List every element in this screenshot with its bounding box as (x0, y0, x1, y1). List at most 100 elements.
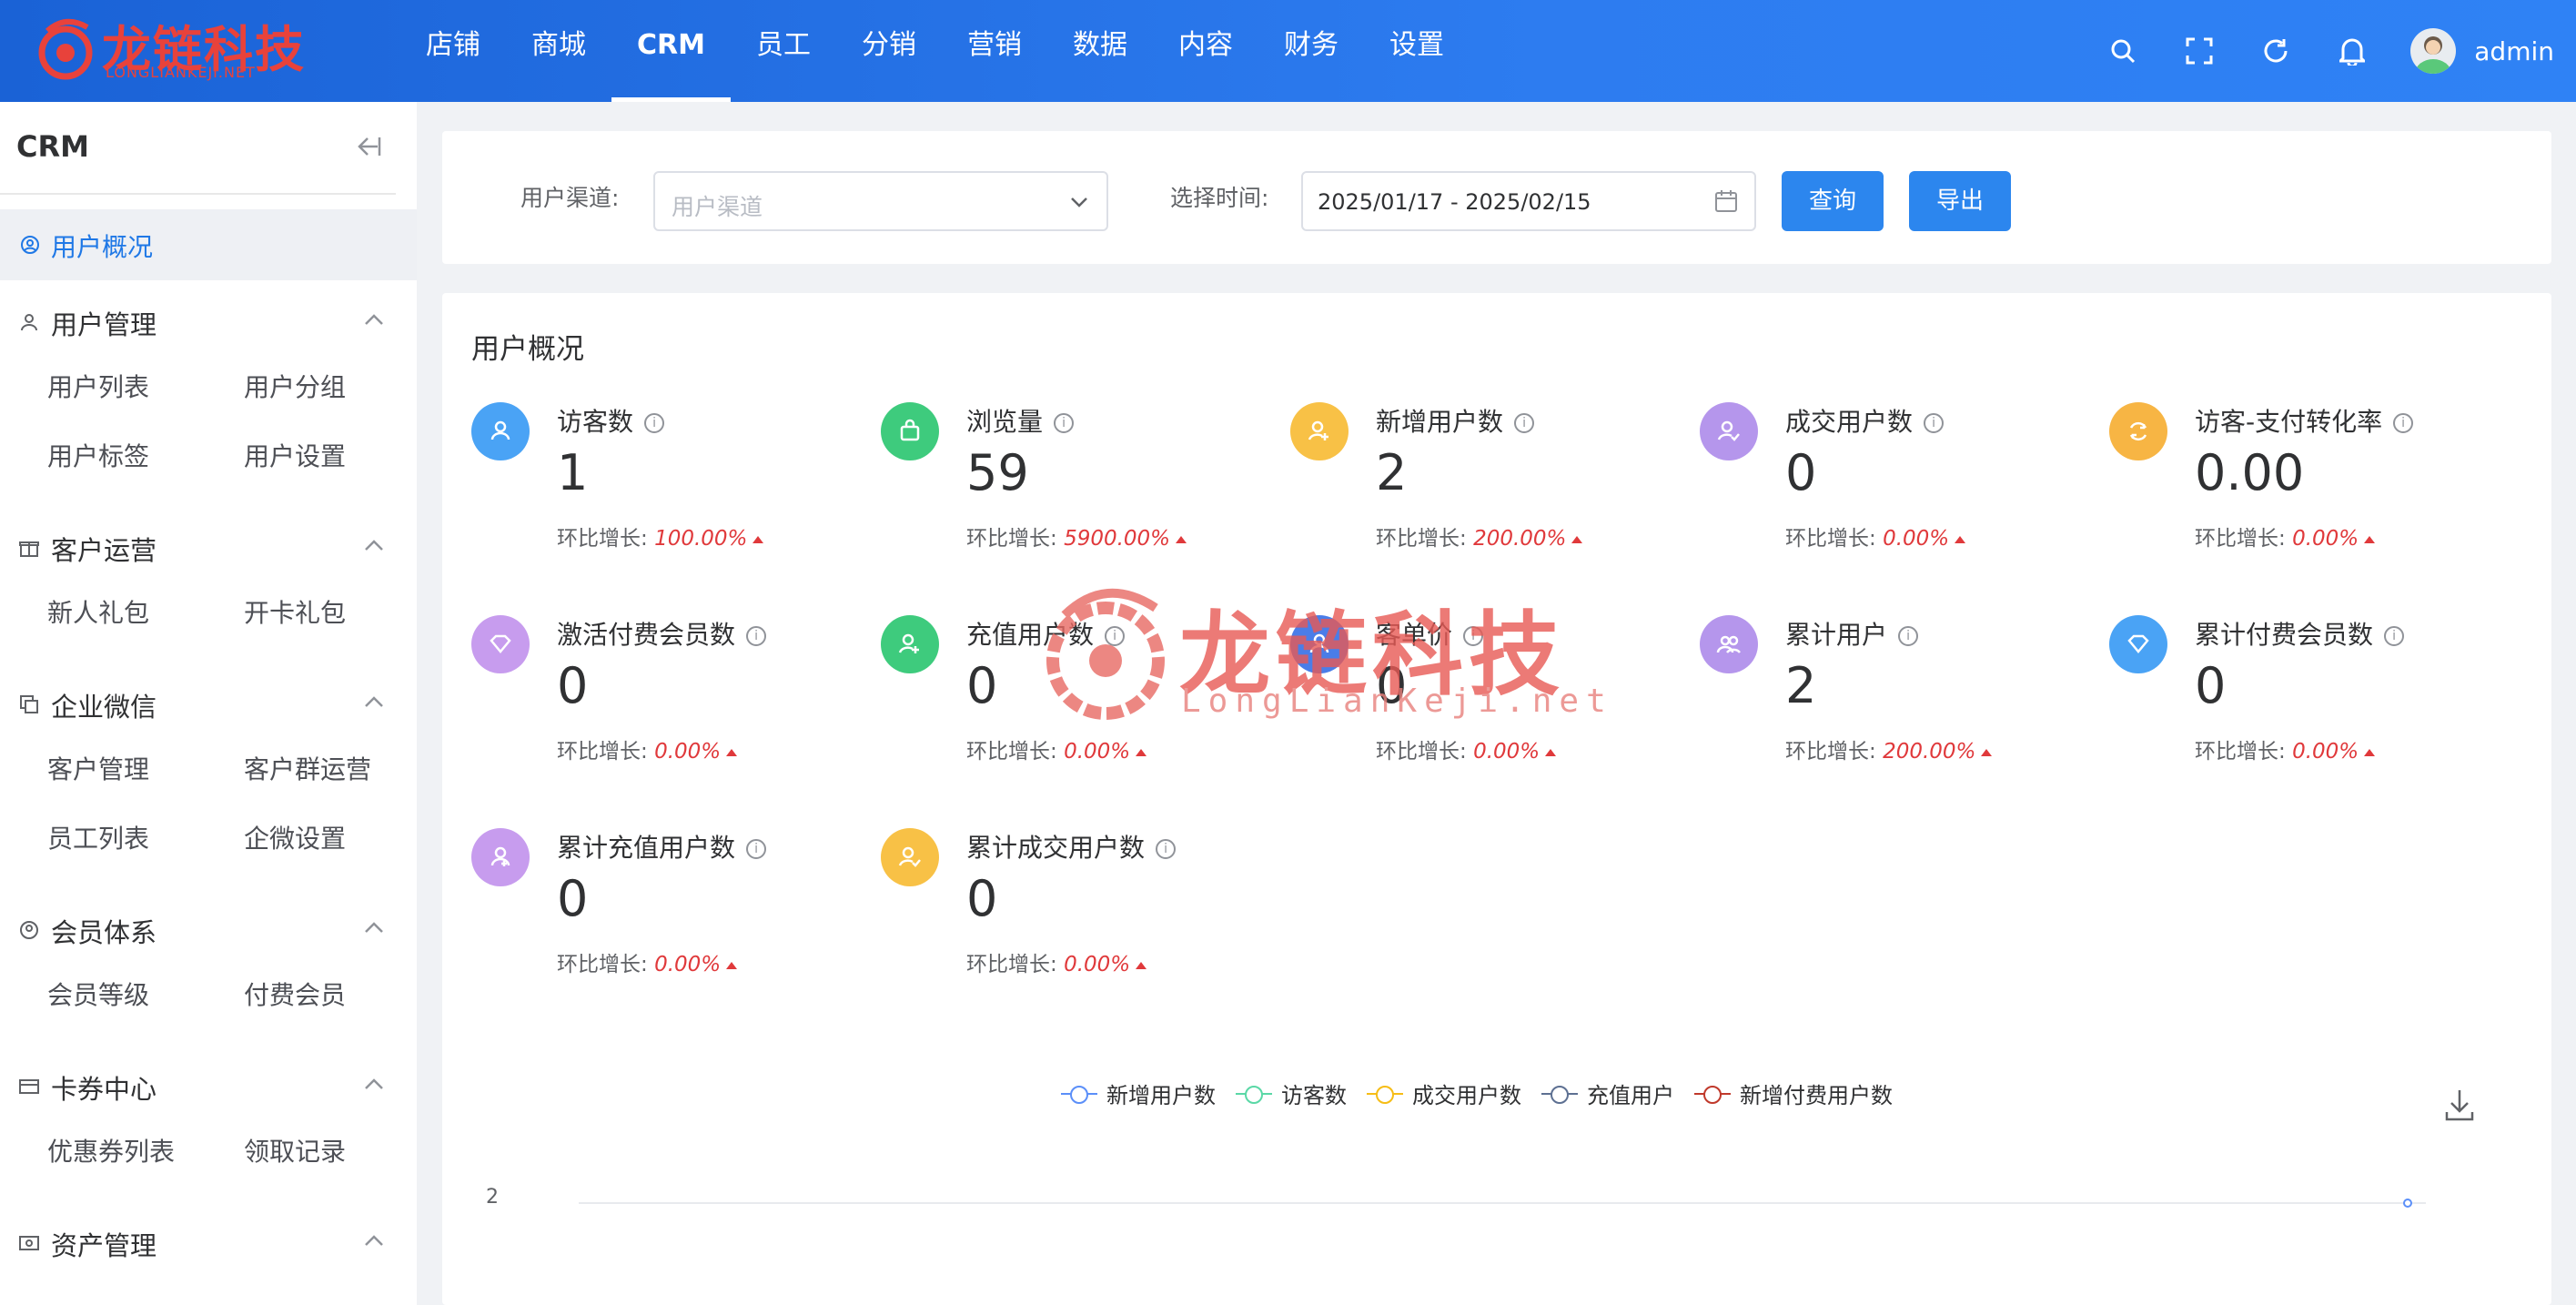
sidebar-item-4-1[interactable]: 领取记录 (244, 1132, 346, 1168)
growth-value: 0.00% (654, 740, 722, 764)
sidebar-group-label: 用户管理 (51, 309, 157, 340)
visitor-icon (471, 402, 530, 460)
stat-label: 激活付费会员数 (557, 620, 736, 650)
info-icon[interactable]: i (644, 413, 665, 433)
legend-item[interactable]: 访客数 (1236, 1077, 1347, 1109)
sidebar-group-5[interactable]: 资产管理 (0, 1214, 417, 1269)
stat-label-row: 激活付费会员数 i (557, 615, 767, 652)
legend-item[interactable]: 新增用户数 (1061, 1077, 1216, 1109)
info-icon[interactable]: i (1054, 413, 1075, 433)
stat-growth: 环比增长: 0.00% (1376, 733, 1557, 764)
info-icon[interactable]: i (1898, 626, 1919, 646)
chevron-up-icon (365, 1078, 383, 1089)
user-check-icon (1700, 402, 1758, 460)
up-arrow-icon (1955, 535, 1966, 543)
sidebar-group-label: 客户运营 (51, 535, 157, 566)
growth-prefix: 环比增长: (1785, 527, 1876, 551)
fullscreen-icon[interactable] (2161, 0, 2238, 102)
query-button[interactable]: 查询 (1782, 171, 1884, 231)
sidebar-group-3[interactable]: 会员体系 (0, 901, 417, 956)
sidebar-item-2-3[interactable]: 企微设置 (244, 819, 346, 855)
growth-prefix: 环比增长: (2195, 527, 2286, 551)
nav-item-6[interactable]: 数据 (1047, 0, 1153, 102)
stat-card: 新增用户数 i 2 环比增长: 200.00% (1261, 384, 1671, 566)
sidebar-item-3-1[interactable]: 付费会员 (244, 976, 346, 1012)
username[interactable]: admin (2474, 36, 2554, 66)
sidebar-item-0-0[interactable]: 用户列表 (47, 368, 149, 404)
info-icon[interactable]: i (746, 626, 767, 646)
nav-item-7[interactable]: 内容 (1153, 0, 1258, 102)
sidebar-group-0[interactable]: 用户管理 (0, 293, 417, 348)
collapse-sidebar-icon[interactable] (355, 135, 391, 171)
info-icon[interactable]: i (2393, 413, 2414, 433)
sidebar-item-0-3[interactable]: 用户设置 (244, 437, 346, 473)
avatar[interactable] (2410, 28, 2457, 74)
dragon-watermark-icon (1046, 588, 1165, 720)
stat-card: 累计成交用户数 i 0 环比增长: 0.00% (852, 810, 1261, 992)
user-plus-icon (471, 828, 530, 886)
growth-value: 0.00% (654, 953, 722, 976)
growth-prefix: 环比增长: (966, 953, 1057, 976)
legend-label: 新增用户数 (1106, 1083, 1216, 1108)
sidebar-item-2-2[interactable]: 员工列表 (47, 819, 149, 855)
legend-marker (1236, 1085, 1272, 1104)
nav-item-8[interactable]: 财务 (1258, 0, 1364, 102)
legend-item[interactable]: 成交用户数 (1367, 1077, 1521, 1109)
stat-value: 1 (557, 444, 589, 501)
sidebar-item-user-overview[interactable]: 用户概况 (0, 209, 417, 280)
top-header: 龙链科技 LONGLIANKEJI.NET 店铺 商城 CRM 员工 分销 营销 数据 内容财… (0, 0, 2576, 102)
sidebar-group-label: 企业微信 (51, 692, 157, 723)
info-icon[interactable]: i (2384, 626, 2405, 646)
search-icon[interactable] (2085, 0, 2161, 102)
stat-growth: 环比增长: 0.00% (557, 946, 738, 977)
stat-label-row: 浏览量 i (966, 402, 1075, 439)
stat-value: 2 (1376, 444, 1408, 501)
stat-growth: 环比增长: 5900.00% (966, 521, 1187, 551)
info-icon[interactable]: i (1924, 413, 1945, 433)
stat-label: 访客数 (557, 407, 634, 437)
data-point[interactable] (2403, 1199, 2412, 1208)
date-range-picker[interactable]: 2025/01/17 - 2025/02/15 (1301, 171, 1756, 231)
sidebar-item-2-1[interactable]: 客户群运营 (244, 750, 371, 786)
sidebar-item-1-1[interactable]: 开卡礼包 (244, 593, 346, 630)
sidebar-item-4-0[interactable]: 优惠券列表 (47, 1132, 175, 1168)
stat-growth: 环比增长: 0.00% (966, 733, 1147, 764)
nav-item-1[interactable]: 商城 (506, 0, 611, 102)
growth-value: 0.00% (1883, 527, 1950, 551)
stat-label-row: 累计成交用户数 i (966, 828, 1177, 865)
up-arrow-icon (726, 748, 738, 756)
info-icon[interactable]: i (746, 839, 767, 859)
bell-icon[interactable] (2314, 0, 2390, 102)
legend-item[interactable]: 新增付费用户数 (1694, 1077, 1893, 1109)
sidebar-group-2[interactable]: 企业微信 (0, 675, 417, 730)
export-button[interactable]: 导出 (1909, 171, 2011, 231)
sidebar-item-2-0[interactable]: 客户管理 (47, 750, 149, 786)
nav-item-3[interactable]: 员工 (731, 0, 836, 102)
sidebar-group-4[interactable]: 卡券中心 (0, 1057, 417, 1112)
growth-prefix: 环比增长: (1785, 740, 1876, 764)
stat-label: 浏览量 (966, 407, 1044, 437)
sidebar-group-1[interactable]: 客户运营 (0, 519, 417, 573)
nav-item-4[interactable]: 分销 (836, 0, 942, 102)
nav-item-2[interactable]: CRM (611, 0, 731, 102)
growth-prefix: 环比增长: (1376, 740, 1467, 764)
refresh-icon[interactable] (2238, 0, 2314, 102)
legend-item[interactable]: 充值用户 (1541, 1077, 1674, 1109)
info-icon[interactable]: i (1156, 839, 1177, 859)
sidebar-item-1-0[interactable]: 新人礼包 (47, 593, 149, 630)
stat-growth: 环比增长: 200.00% (1376, 521, 1583, 551)
sidebar-item-label: 用户概况 (51, 232, 154, 262)
sidebar-group-label: 卡券中心 (51, 1074, 157, 1105)
nav-item-0[interactable]: 店铺 (400, 0, 506, 102)
gift-icon (19, 541, 39, 557)
info-icon[interactable]: i (1514, 413, 1535, 433)
sidebar-item-0-2[interactable]: 用户标签 (47, 437, 149, 473)
brand-logo[interactable]: 龙链科技 LONGLIANKEJI.NET (35, 9, 304, 91)
nav-item-5[interactable]: 营销 (942, 0, 1047, 102)
sidebar-item-0-1[interactable]: 用户分组 (244, 368, 346, 404)
nav-item-9[interactable]: 设置 (1364, 0, 1470, 102)
sidebar-item-3-0[interactable]: 会员等级 (47, 976, 149, 1012)
card-icon (19, 1079, 39, 1094)
channel-select[interactable]: 用户渠道 (653, 171, 1108, 231)
legend-label: 访客数 (1281, 1083, 1347, 1108)
